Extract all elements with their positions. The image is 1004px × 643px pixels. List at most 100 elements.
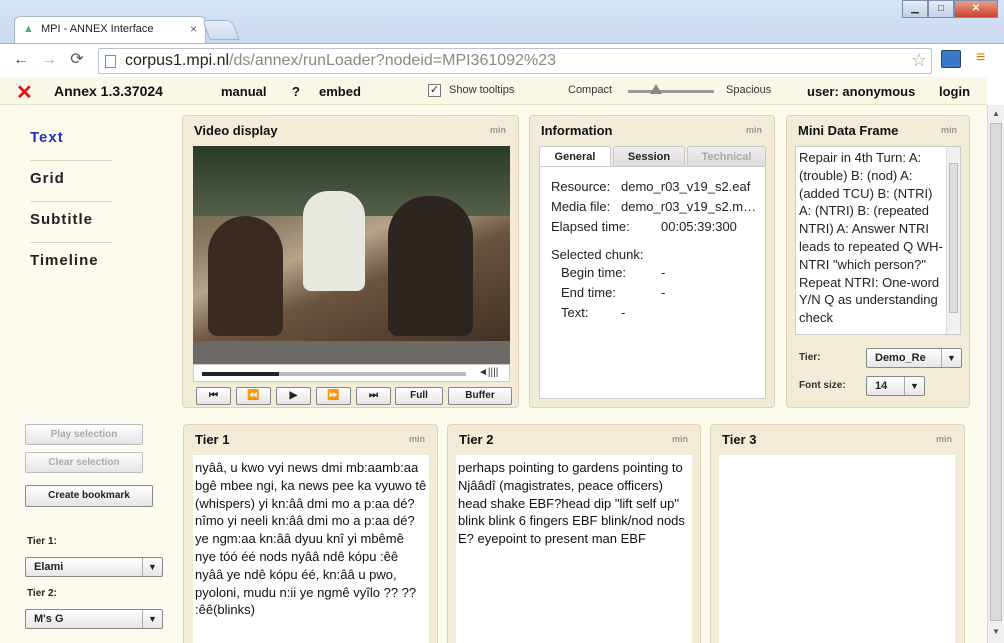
chevron-down-icon: ▼ <box>904 377 924 395</box>
tier1-select[interactable]: Elami ▼ <box>25 557 163 577</box>
tier2-text[interactable]: perhaps pointing to gardens pointing to … <box>456 455 692 643</box>
mdf-scroll-thumb[interactable] <box>949 163 958 313</box>
tier3-panel: Tier 3 min <box>710 424 965 643</box>
fast-forward-button[interactable]: ⏩ <box>316 387 351 405</box>
favicon-icon: ▲ <box>23 23 34 35</box>
app-title: Annex 1.3.37024 <box>54 83 163 99</box>
video-person-white-shirt <box>303 191 365 291</box>
video-seek-area: ◄|||| <box>193 364 510 382</box>
skip-end-button[interactable]: ⏭ <box>356 387 391 405</box>
info-min-button[interactable]: min <box>746 125 762 135</box>
mdf-panel-title: Mini Data Frame <box>798 123 899 138</box>
tier1-min-button[interactable]: min <box>409 434 425 444</box>
tier2-value: M's G <box>34 613 64 625</box>
media-label: Media file: <box>551 199 611 214</box>
forward-arrow-icon[interactable]: → <box>38 49 60 71</box>
user-label: user: anonymous <box>807 84 916 99</box>
spacious-label: Spacious <box>726 84 772 96</box>
tab-technical[interactable]: Technical <box>687 146 766 167</box>
video-panel: Video display min ◄|||| ⏮ ⏪ ▶ ⏩ ⏭ Full B… <box>182 115 519 408</box>
tab-general[interactable]: General <box>539 146 611 167</box>
tier2-title: Tier 2 <box>459 432 494 447</box>
clear-selection-button[interactable]: Clear selection <box>25 452 143 473</box>
minimize-icon[interactable]: ▁ <box>902 0 928 18</box>
tab-close-icon[interactable]: × <box>190 22 197 36</box>
menu-icon[interactable]: ≡ <box>976 49 985 67</box>
elapsed-label: Elapsed time: <box>551 219 630 234</box>
new-tab-button[interactable] <box>202 20 240 40</box>
chunk-label: Selected chunk: <box>551 247 644 262</box>
tier1-value: Elami <box>34 561 64 573</box>
volume-icon[interactable]: ◄|||| <box>478 368 498 378</box>
mini-data-frame-panel: Mini Data Frame min Repair in 4th Turn: … <box>786 115 970 408</box>
video-panel-title: Video display <box>194 123 278 138</box>
tab-title: MPI - ANNEX Interface <box>41 23 154 35</box>
font-size-value: 14 <box>875 380 888 392</box>
back-arrow-icon[interactable]: ← <box>10 49 32 71</box>
mdf-text-box[interactable]: Repair in 4th Turn: A: (trouble) B: (nod… <box>795 146 961 335</box>
tier1-title: Tier 1 <box>195 432 230 447</box>
play-button[interactable]: ▶ <box>276 387 311 405</box>
video-min-button[interactable]: min <box>490 125 506 135</box>
help-link[interactable]: ? <box>292 84 300 99</box>
density-slider-track[interactable] <box>628 90 714 93</box>
tier3-min-button[interactable]: min <box>936 434 952 444</box>
page-scrollbar[interactable]: ▲ ▼ <box>987 105 1004 643</box>
tier1-text[interactable]: nyââ, u kwo vyi news dmi mb:aamb:aa bgê … <box>193 455 429 643</box>
scroll-up-icon[interactable]: ▲ <box>992 109 1000 118</box>
density-slider-thumb[interactable] <box>650 84 662 94</box>
video-ground <box>193 341 510 364</box>
window-controls: ▁ □ ✕ <box>902 0 998 19</box>
tier3-text[interactable] <box>719 455 955 643</box>
url-path: /ds/annex/runLoader?nodeid=MPI361092%23 <box>229 52 556 69</box>
skip-start-button[interactable]: ⏮ <box>196 387 231 405</box>
full-button[interactable]: Full <box>395 387 443 405</box>
mdf-scrollbar[interactable] <box>946 147 960 334</box>
mdf-tier-select[interactable]: Demo_Re ▼ <box>866 348 962 368</box>
scrollbar-thumb[interactable] <box>990 123 1002 621</box>
browser-tab[interactable]: ▲ MPI - ANNEX Interface × <box>14 16 206 43</box>
window-close-icon[interactable]: ✕ <box>954 0 998 18</box>
extension-icon[interactable] <box>941 50 961 68</box>
mdf-tier-value: Demo_Re <box>875 352 926 364</box>
tier2-select[interactable]: M's G ▼ <box>25 609 163 629</box>
browser-chrome: ▲ MPI - ANNEX Interface × ▁ □ ✕ ← → ⟳ co… <box>0 0 1004 76</box>
play-selection-button[interactable]: Play selection <box>25 424 143 445</box>
tier2-min-button[interactable]: min <box>672 434 688 444</box>
nav-item-subtitle[interactable]: Subtitle <box>30 202 112 243</box>
reload-icon[interactable]: ⟳ <box>66 49 88 71</box>
embed-link[interactable]: embed <box>319 84 361 99</box>
info-panel-title: Information <box>541 123 613 138</box>
tier3-title: Tier 3 <box>722 432 757 447</box>
nav-item-grid[interactable]: Grid <box>30 161 112 202</box>
chevron-down-icon: ▼ <box>142 558 162 576</box>
video-seek-progress <box>202 372 279 376</box>
address-bar[interactable]: corpus1.mpi.nl/ds/annex/runLoader?nodeid… <box>98 48 932 74</box>
rewind-button[interactable]: ⏪ <box>236 387 271 405</box>
page-icon <box>105 55 116 68</box>
nav-item-text[interactable]: Text <box>30 120 112 161</box>
font-size-select[interactable]: 14 ▼ <box>866 376 925 396</box>
video-person-right <box>388 196 473 336</box>
bookmark-star-icon[interactable]: ☆ <box>911 50 927 71</box>
mdf-min-button[interactable]: min <box>941 125 957 135</box>
scroll-down-icon[interactable]: ▼ <box>992 627 1000 636</box>
create-bookmark-button[interactable]: Create bookmark <box>25 485 153 507</box>
url-host: corpus1.mpi.nl <box>125 52 230 69</box>
show-tooltips-label: Show tooltips <box>449 84 515 96</box>
begin-label: Begin time: <box>561 265 627 280</box>
chevron-down-icon: ▼ <box>941 349 961 367</box>
video-frame[interactable] <box>193 146 510 364</box>
font-size-label: Font size: <box>799 380 846 391</box>
begin-value: - <box>661 265 666 280</box>
maximize-icon[interactable]: □ <box>928 0 954 18</box>
tier1-label: Tier 1: <box>27 536 57 547</box>
login-link[interactable]: login <box>939 84 970 99</box>
buffer-button[interactable]: Buffer <box>448 387 512 405</box>
mdf-tier-label: Tier: <box>799 352 821 363</box>
tab-session[interactable]: Session <box>613 146 685 167</box>
nav-item-timeline[interactable]: Timeline <box>30 243 112 284</box>
elapsed-value: 00:05:39:300 <box>661 219 737 234</box>
manual-link[interactable]: manual <box>221 84 267 99</box>
show-tooltips-checkbox[interactable]: ✓ <box>428 84 441 97</box>
